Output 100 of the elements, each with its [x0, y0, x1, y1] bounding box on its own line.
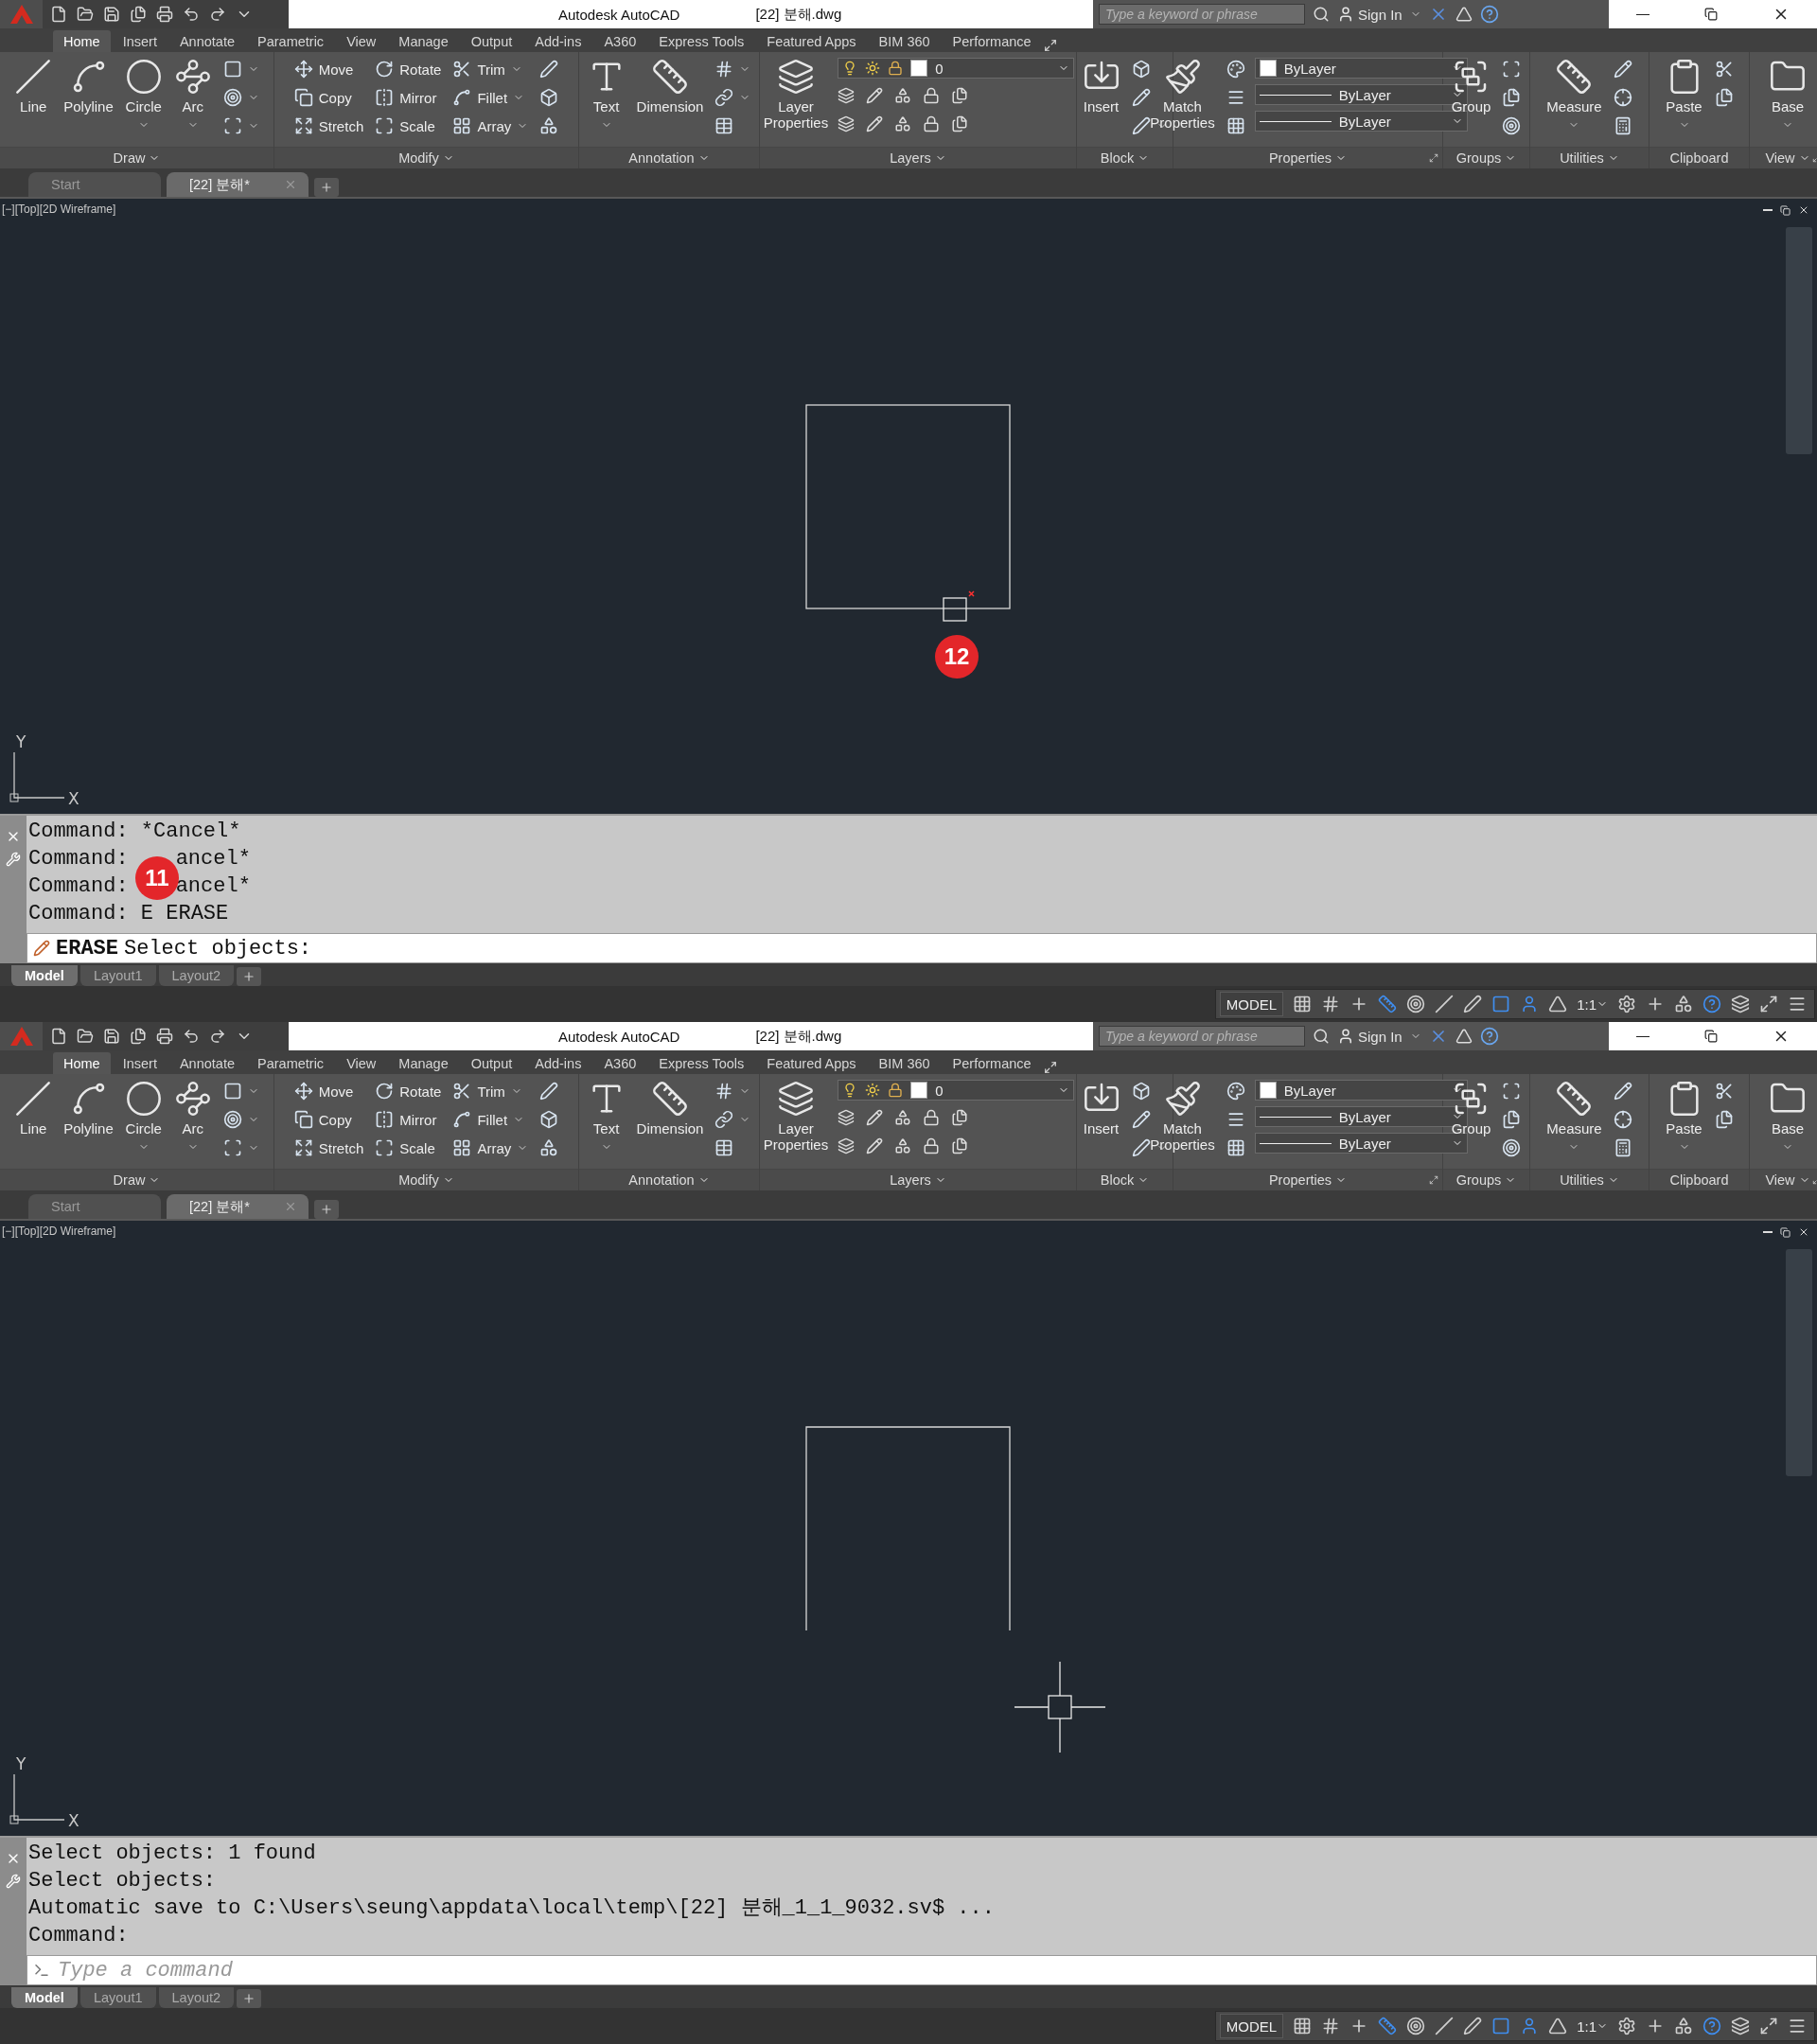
layer-tool-icon[interactable]	[866, 1137, 884, 1154]
ribbon-tab[interactable]: Insert	[112, 30, 168, 52]
ribbon-tab[interactable]: Home	[53, 1052, 111, 1074]
ribbon-tool-button[interactable]: Copy	[291, 84, 366, 111]
new-tab-button[interactable]	[314, 1200, 339, 1219]
layer-tool-icon[interactable]	[894, 1137, 912, 1154]
ribbon-tool-button[interactable]: Stretch	[291, 113, 366, 139]
ribbon-tool-button[interactable]: Layer Properties	[761, 1078, 831, 1153]
ribbon-tool-button[interactable]: Match Properties	[1148, 56, 1217, 131]
ribbon-tool-button[interactable]: Base	[1767, 1078, 1808, 1153]
layer-tool-icon[interactable]	[923, 1109, 941, 1126]
status-button[interactable]	[1731, 2017, 1750, 2035]
panel-title[interactable]: Draw	[0, 1169, 273, 1190]
new-layout-button[interactable]	[237, 1989, 262, 2008]
ribbon-tab[interactable]: Add-ins	[524, 1052, 592, 1074]
status-button[interactable]	[1759, 2017, 1778, 2035]
ribbon-tab[interactable]: Manage	[388, 30, 459, 52]
layout-tab[interactable]: Layout1	[79, 1987, 156, 2008]
ribbon-tool-button[interactable]: Dimension	[634, 1078, 706, 1137]
wrench-icon[interactable]	[6, 852, 21, 867]
ribbon-tool-button[interactable]: Layer Properties	[761, 56, 831, 131]
ribbon-tool-button[interactable]: Line	[12, 56, 55, 115]
ribbon-tool-button[interactable]: Fillet	[450, 84, 531, 111]
panel-title[interactable]: Properties	[1173, 1169, 1442, 1190]
layout-tab[interactable]: Model	[11, 1987, 78, 2008]
viewport-controls-label[interactable]: [−][Top][2D Wireframe]	[2, 1225, 116, 1238]
status-button[interactable]	[1378, 995, 1398, 1013]
wrench-icon[interactable]	[6, 1874, 21, 1889]
search-button[interactable]	[1313, 1028, 1330, 1045]
ribbon-tool-button[interactable]: Rotate	[373, 1078, 444, 1104]
ribbon-tab[interactable]: BIM 360	[868, 30, 941, 52]
ribbon-tool-button[interactable]: Polyline	[62, 56, 115, 115]
ribbon-tool-button[interactable]: Base	[1767, 56, 1808, 131]
connect-button[interactable]	[1455, 1028, 1473, 1045]
ribbon-tab[interactable]: View	[336, 1052, 387, 1074]
ribbon-tool-button[interactable]: Array	[450, 113, 531, 139]
panel-title[interactable]: Layers	[760, 147, 1076, 168]
ribbon-tool-button[interactable]: Paste	[1663, 56, 1705, 131]
panel-title[interactable]: Groups	[1443, 147, 1529, 168]
ribbon-tab[interactable]: Output	[460, 30, 523, 52]
ribbon-tool-button[interactable]: Stretch	[291, 1135, 366, 1161]
layout-tab[interactable]: Layout2	[158, 1987, 235, 2008]
panel-title[interactable]: View	[1750, 147, 1817, 168]
panel-title[interactable]: Layers	[760, 1169, 1076, 1190]
ribbon-tab[interactable]: Performance	[942, 30, 1042, 52]
ribbon-tab[interactable]: Performance	[942, 1052, 1042, 1074]
status-button[interactable]	[1491, 2017, 1511, 2035]
ribbon-tool-button[interactable]: Measure	[1544, 56, 1604, 131]
help-button[interactable]	[1479, 5, 1499, 24]
ribbon-tool-button[interactable]: Trim	[450, 1078, 531, 1104]
status-button[interactable]	[1435, 2017, 1455, 2035]
ribbon-tab[interactable]: Home	[53, 30, 111, 52]
viewport-close-button[interactable]	[1798, 1226, 1809, 1238]
ribbon-tab[interactable]: Featured Apps	[756, 30, 867, 52]
search-button[interactable]	[1313, 6, 1330, 23]
ribbon-tab[interactable]: Parametric	[247, 1052, 335, 1074]
status-button[interactable]	[1702, 2017, 1721, 2035]
ribbon-tool-button[interactable]: Circle	[122, 56, 165, 131]
layer-dropdown[interactable]: 0	[838, 58, 1075, 79]
ribbon-tool-button[interactable]: Move	[291, 56, 366, 82]
panel-title[interactable]: Properties	[1173, 147, 1442, 168]
status-button[interactable]	[1548, 2017, 1568, 2035]
status-button[interactable]	[1788, 995, 1807, 1013]
ribbon-tool-button[interactable]: Copy	[291, 1106, 366, 1133]
ribbon-tab[interactable]: A360	[593, 1052, 647, 1074]
layer-tool-icon[interactable]	[923, 115, 941, 132]
layer-tool-icon[interactable]	[951, 115, 969, 132]
ribbon-tool-button[interactable]: Match Properties	[1148, 1078, 1217, 1153]
ribbon-tool-button[interactable]: Arc	[171, 56, 214, 131]
ribbon-tool-button[interactable]: Trim	[450, 56, 531, 82]
ribbon-tab[interactable]: Manage	[388, 1052, 459, 1074]
ribbon-tool-button[interactable]: Fillet	[450, 1106, 531, 1133]
ribbon-toggle-button[interactable]	[1043, 1061, 1057, 1074]
layer-tool-icon[interactable]	[866, 115, 884, 132]
layer-tool-icon[interactable]	[894, 115, 912, 132]
ribbon-tool-button[interactable]: Mirror	[373, 84, 444, 111]
layout-tab[interactable]: Layout1	[79, 965, 156, 986]
ribbon-tool-button[interactable]: Polyline	[62, 1078, 115, 1137]
property-dropdown[interactable]: ByLayer	[1254, 58, 1468, 79]
status-button[interactable]	[1463, 995, 1483, 1013]
panel-title[interactable]: Groups	[1443, 1169, 1529, 1190]
layer-tool-icon[interactable]	[951, 1137, 969, 1154]
ribbon-tab[interactable]: BIM 360	[868, 1052, 941, 1074]
property-dropdown[interactable]: ByLayer	[1254, 1133, 1468, 1154]
ribbon-tool-button[interactable]: Scale	[373, 1135, 444, 1161]
ribbon-tool-button[interactable]: Measure	[1544, 1078, 1604, 1153]
panel-title[interactable]: Block	[1077, 1169, 1173, 1190]
file-tab[interactable]: [22] 분해*	[167, 1194, 309, 1219]
layer-tool-icon[interactable]	[838, 87, 856, 104]
annotation-scale-button[interactable]: 1:1	[1577, 996, 1608, 1013]
panel-title[interactable]: View	[1750, 1169, 1817, 1190]
file-tab[interactable]: [22] 분해*	[167, 172, 309, 197]
status-button[interactable]	[1617, 2017, 1636, 2035]
viewport-close-button[interactable]	[1798, 204, 1809, 216]
status-button[interactable]	[1406, 995, 1426, 1013]
status-button[interactable]	[1378, 2017, 1398, 2035]
status-button[interactable]	[1293, 2017, 1313, 2035]
ribbon-tool-button[interactable]: Mirror	[373, 1106, 444, 1133]
status-button[interactable]	[1788, 2017, 1807, 2035]
layer-tool-icon[interactable]	[894, 1109, 912, 1126]
